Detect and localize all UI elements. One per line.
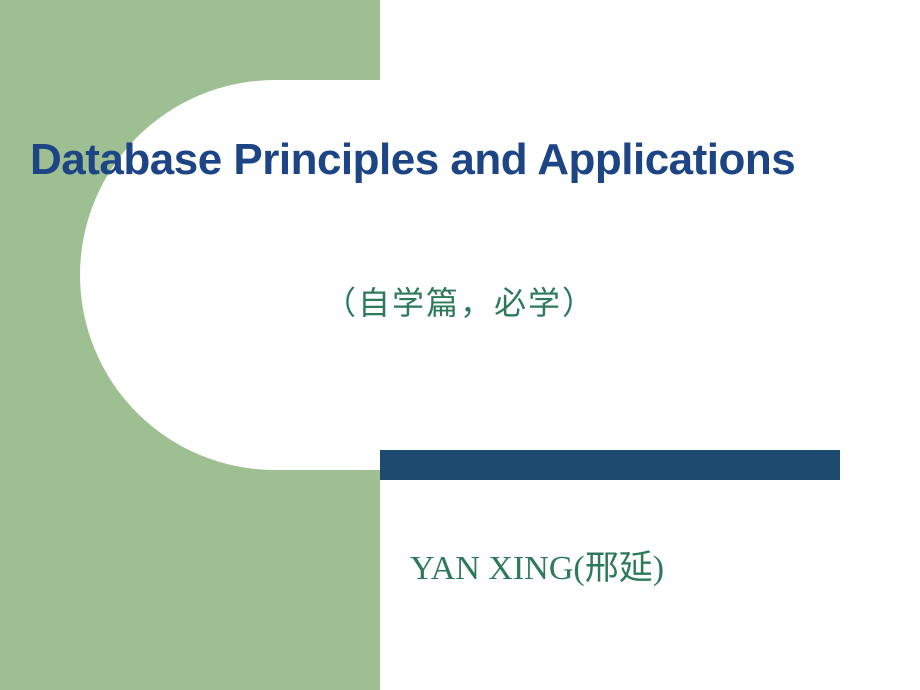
author-name: YAN XING(邢延) (410, 540, 664, 589)
slide-subtitle: （自学篇，必学） (0, 278, 920, 324)
decorative-bar (380, 450, 840, 480)
slide-title: Database Principles and Applications (30, 135, 910, 185)
